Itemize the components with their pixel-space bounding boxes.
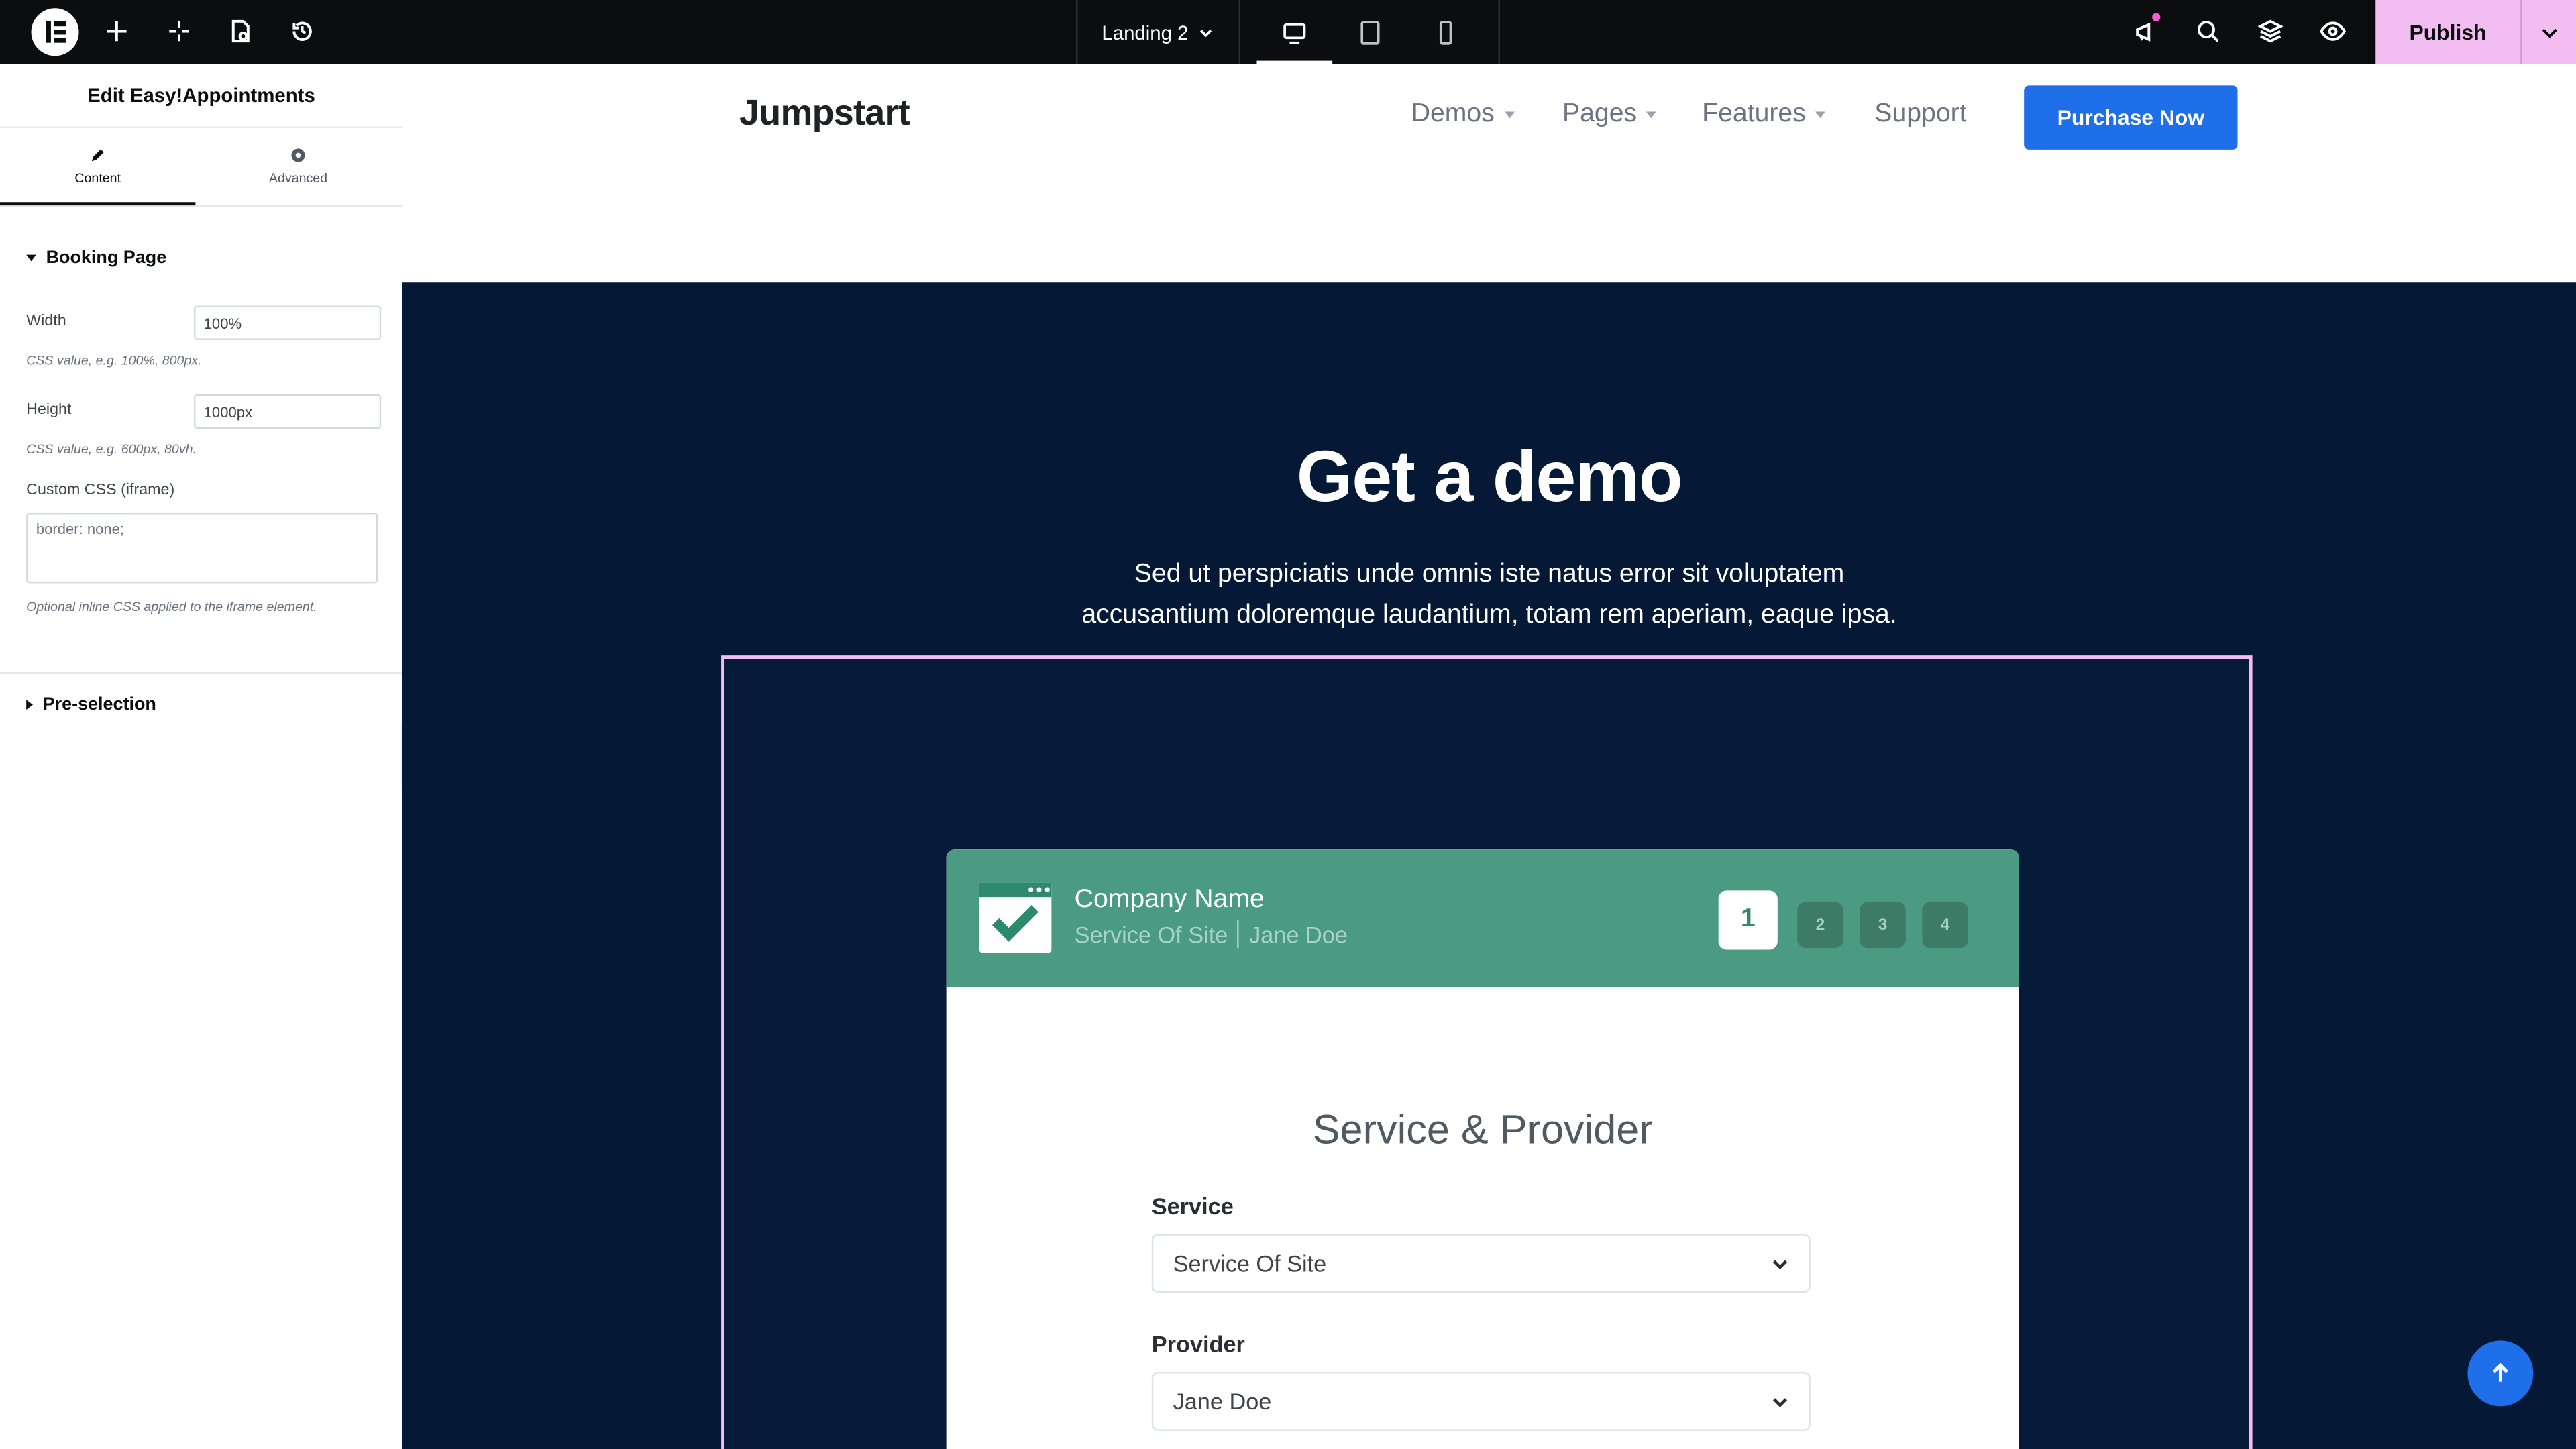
nav-features[interactable]: Features: [1702, 100, 1826, 129]
tab-content[interactable]: Content: [0, 128, 196, 206]
step-1[interactable]: 1: [1718, 890, 1778, 950]
booking-meta-provider: Jane Doe: [1249, 920, 1348, 947]
tab-content-label: Content: [74, 170, 121, 186]
arrow-up-icon: [2492, 1362, 2508, 1382]
height-hint: CSS value, e.g. 600px, 80vh.: [26, 441, 197, 457]
custom-css-textarea[interactable]: border: none;: [26, 513, 378, 584]
page-name: Landing 2: [1102, 20, 1189, 44]
booking-company-name: Company Name: [1074, 885, 1265, 914]
section-booking-page[interactable]: Booking Page: [26, 248, 166, 268]
page-selector[interactable]: Landing 2: [1078, 0, 1239, 64]
notification-dot: [2152, 13, 2161, 21]
site-brand[interactable]: Jumpstart: [739, 92, 910, 135]
hero-subtitle: Sed ut perspiciatis unde omnis iste natu…: [402, 555, 2576, 636]
booking-meta: Service Of Site Jane Doe: [1074, 920, 1348, 949]
search-icon[interactable]: [2190, 13, 2226, 50]
height-input[interactable]: 1000px: [193, 394, 382, 429]
provider-label: Provider: [1151, 1330, 1245, 1357]
width-input[interactable]: 100%: [193, 305, 382, 340]
caret-down-icon: [1815, 111, 1826, 119]
editor-topbar: Landing 2 Publish: [0, 0, 2576, 64]
service-select[interactable]: Service Of Site: [1151, 1234, 1811, 1293]
nav-features-label: Features: [1702, 100, 1806, 129]
scroll-to-top-button[interactable]: [2467, 1340, 2534, 1407]
topbar-divider: [1238, 0, 1240, 64]
preview-eye-icon[interactable]: [2315, 13, 2351, 50]
height-label: Height: [26, 400, 72, 419]
add-element-icon[interactable]: [99, 13, 135, 50]
caret-down-icon: [1646, 111, 1657, 119]
publish-options-button[interactable]: [2520, 0, 2576, 64]
page-preview: Jumpstart Demos Pages Features Support P…: [402, 64, 2576, 1449]
tab-advanced-label: Advanced: [268, 170, 328, 186]
hero-section: Get a demo Sed ut perspiciatis unde omni…: [402, 282, 2576, 1449]
chevron-down-icon: [1200, 28, 1213, 37]
provider-select-value: Jane Doe: [1173, 1388, 1272, 1415]
caret-down-icon: [1504, 111, 1515, 119]
step-2[interactable]: 2: [1797, 902, 1843, 949]
mobile-view-icon[interactable]: [1408, 0, 1484, 64]
tab-advanced[interactable]: Advanced: [201, 128, 396, 204]
step-3[interactable]: 3: [1860, 902, 1906, 949]
width-hint: CSS value, e.g. 100%, 800px.: [26, 353, 202, 368]
section-divider: [0, 672, 403, 674]
page-settings-icon[interactable]: [222, 13, 258, 50]
gear-icon: [291, 148, 305, 162]
nav-pages[interactable]: Pages: [1562, 100, 1657, 129]
pencil-icon: [91, 149, 104, 162]
nav-support[interactable]: Support: [1874, 100, 1966, 129]
chevron-down-icon: [1772, 1397, 1788, 1407]
history-icon[interactable]: [284, 13, 321, 50]
purchase-now-button[interactable]: Purchase Now: [2024, 85, 2238, 150]
booking-widget: Company Name Service Of Site Jane Doe 1 …: [946, 849, 2019, 1449]
panel-tabs: Content Advanced: [0, 128, 403, 207]
nav-demos-label: Demos: [1411, 100, 1495, 129]
publish-button[interactable]: Publish: [2375, 0, 2520, 64]
elementor-logo-icon[interactable]: [31, 8, 79, 56]
section-preselection-label: Pre-selection: [42, 694, 156, 715]
service-select-value: Service Of Site: [1173, 1250, 1327, 1277]
ai-sparkle-icon[interactable]: [161, 13, 197, 50]
site-header: Jumpstart Demos Pages Features Support P…: [402, 64, 2576, 283]
width-label: Width: [26, 312, 66, 331]
calendar-check-icon: [979, 882, 1052, 953]
nav-support-label: Support: [1874, 100, 1967, 129]
hero-subtitle-line-1: Sed ut perspiciatis unde omnis iste natu…: [1134, 560, 1845, 588]
provider-select[interactable]: Jane Doe: [1151, 1371, 1811, 1432]
chevron-down-icon: [2542, 28, 2558, 38]
custom-css-label: Custom CSS (iframe): [26, 481, 175, 500]
nav-demos[interactable]: Demos: [1411, 100, 1515, 129]
topbar-divider: [1498, 0, 1500, 64]
booking-step-title: Service & Provider: [1312, 1107, 1653, 1154]
caret-right-icon: [26, 700, 33, 710]
desktop-view-icon[interactable]: [1256, 0, 1333, 64]
custom-css-hint: Optional inline CSS applied to the ifram…: [26, 599, 317, 614]
booking-meta-service: Service Of Site: [1074, 920, 1228, 947]
hero-title: Get a demo: [1296, 437, 1683, 518]
panel-title: Edit Easy!Appointments: [0, 64, 403, 129]
layers-icon[interactable]: [2253, 13, 2289, 50]
hero-subtitle-line-2: accusantium doloremque laudantium, totam…: [1081, 600, 1897, 629]
section-booking-page-label: Booking Page: [46, 248, 167, 268]
booking-header: Company Name Service Of Site Jane Doe 1 …: [946, 849, 2019, 987]
caret-down-icon: [26, 254, 36, 262]
step-4[interactable]: 4: [1922, 902, 1968, 949]
section-preselection[interactable]: Pre-selection: [26, 695, 156, 714]
chevron-down-icon: [1772, 1259, 1788, 1269]
widget-settings-panel: Edit Easy!Appointments Content Advanced …: [0, 64, 405, 1449]
nav-pages-label: Pages: [1562, 100, 1638, 129]
service-label: Service: [1151, 1192, 1234, 1220]
tablet-view-icon[interactable]: [1332, 0, 1408, 64]
